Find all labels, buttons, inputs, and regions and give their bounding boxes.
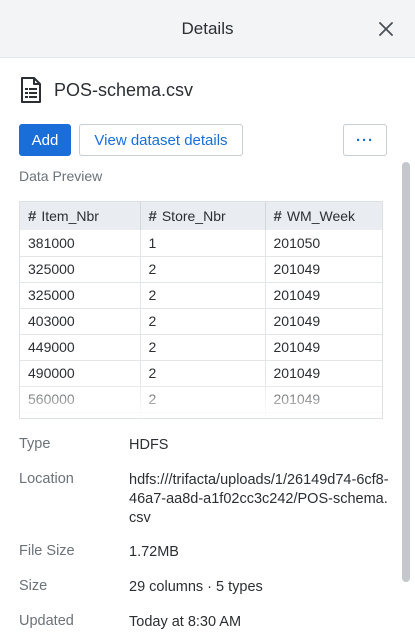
column-header: # Item_Nbr <box>20 202 141 230</box>
numeric-type-icon: # <box>148 207 157 225</box>
table-row: 381000 1 201050 <box>20 230 382 257</box>
add-button[interactable]: Add <box>19 124 71 156</box>
table-row: 490000 2 201049 <box>20 360 382 387</box>
table-cell: 2 <box>140 412 266 418</box>
table-cell: 403000 <box>20 308 141 335</box>
table-cell: 325000 <box>20 282 141 309</box>
size-value: 29 columns · 5 types <box>129 579 263 595</box>
table-cell: 201049 <box>265 308 382 335</box>
view-dataset-details-button[interactable]: View dataset details <box>79 124 243 156</box>
close-icon[interactable] <box>375 18 397 40</box>
file-document-icon <box>21 77 41 103</box>
table-cell: 201049 <box>265 360 382 387</box>
updated-label: Updated <box>19 613 74 629</box>
file-name: POS-schema.csv <box>54 79 194 100</box>
table-cell: 201050 <box>265 230 382 257</box>
panel-title: Details <box>181 19 234 38</box>
updated-value: Today at 8:30 AM <box>129 614 242 630</box>
table-row: 403000 2 201049 <box>20 308 382 335</box>
data-preview-table: # Item_Nbr # Store_Nbr # WM_Week 381000 1 201… <box>19 201 383 419</box>
table-cell: 1 <box>140 230 266 257</box>
numeric-type-icon: # <box>28 207 37 225</box>
more-options-button[interactable]: ··· <box>343 124 387 156</box>
table-row: 5700002201049 <box>20 412 382 418</box>
table-cell: 570000 <box>20 412 141 418</box>
table-cell: 325000 <box>20 256 141 283</box>
table-cell: 201049 <box>265 412 382 418</box>
column-header: # WM_Week <box>265 202 382 230</box>
table-cell: 2 <box>140 282 266 309</box>
file-size-label: File Size <box>19 543 75 559</box>
table-cell: 490000 <box>20 360 141 387</box>
table-cell: 201049 <box>265 386 382 413</box>
table-cell: 2 <box>140 256 266 283</box>
table-cell: 201049 <box>265 334 382 361</box>
table-cell: 201049 <box>265 256 382 283</box>
location-label: Location <box>19 471 74 487</box>
table-row: 325000 2 201049 <box>20 282 382 309</box>
table-header-row: # Item_Nbr # Store_Nbr # WM_Week <box>20 202 382 230</box>
table-cell: 2 <box>140 308 266 335</box>
table-row: 560000 2 201049 <box>20 386 382 413</box>
table-cell: 560000 <box>20 386 141 413</box>
table-cell: 449000 <box>20 334 141 361</box>
table-cell: 2 <box>140 386 266 413</box>
type-value: HDFS <box>129 437 169 453</box>
table-cell: 381000 <box>20 230 141 257</box>
panel-header: Details <box>0 0 415 58</box>
scrollbar-thumb[interactable] <box>402 162 410 582</box>
table-cell: 2 <box>140 334 266 361</box>
type-label: Type <box>19 436 51 452</box>
file-size-value: 1.72MB <box>129 544 179 560</box>
size-label: Size <box>19 578 48 594</box>
table-row: 325000 2 201049 <box>20 256 382 283</box>
table-cell: 201049 <box>265 282 382 309</box>
table-cell: 2 <box>140 360 266 387</box>
numeric-type-icon: # <box>273 207 282 225</box>
table-row: 449000 2 201049 <box>20 334 382 361</box>
data-preview-label: Data Preview <box>19 168 103 184</box>
column-header: # Store_Nbr <box>140 202 266 230</box>
file-title-row: POS-schema.csv <box>20 76 193 104</box>
location-value: hdfs:///trifacta/uploads/1/26149d74-6cf8… <box>129 472 389 526</box>
